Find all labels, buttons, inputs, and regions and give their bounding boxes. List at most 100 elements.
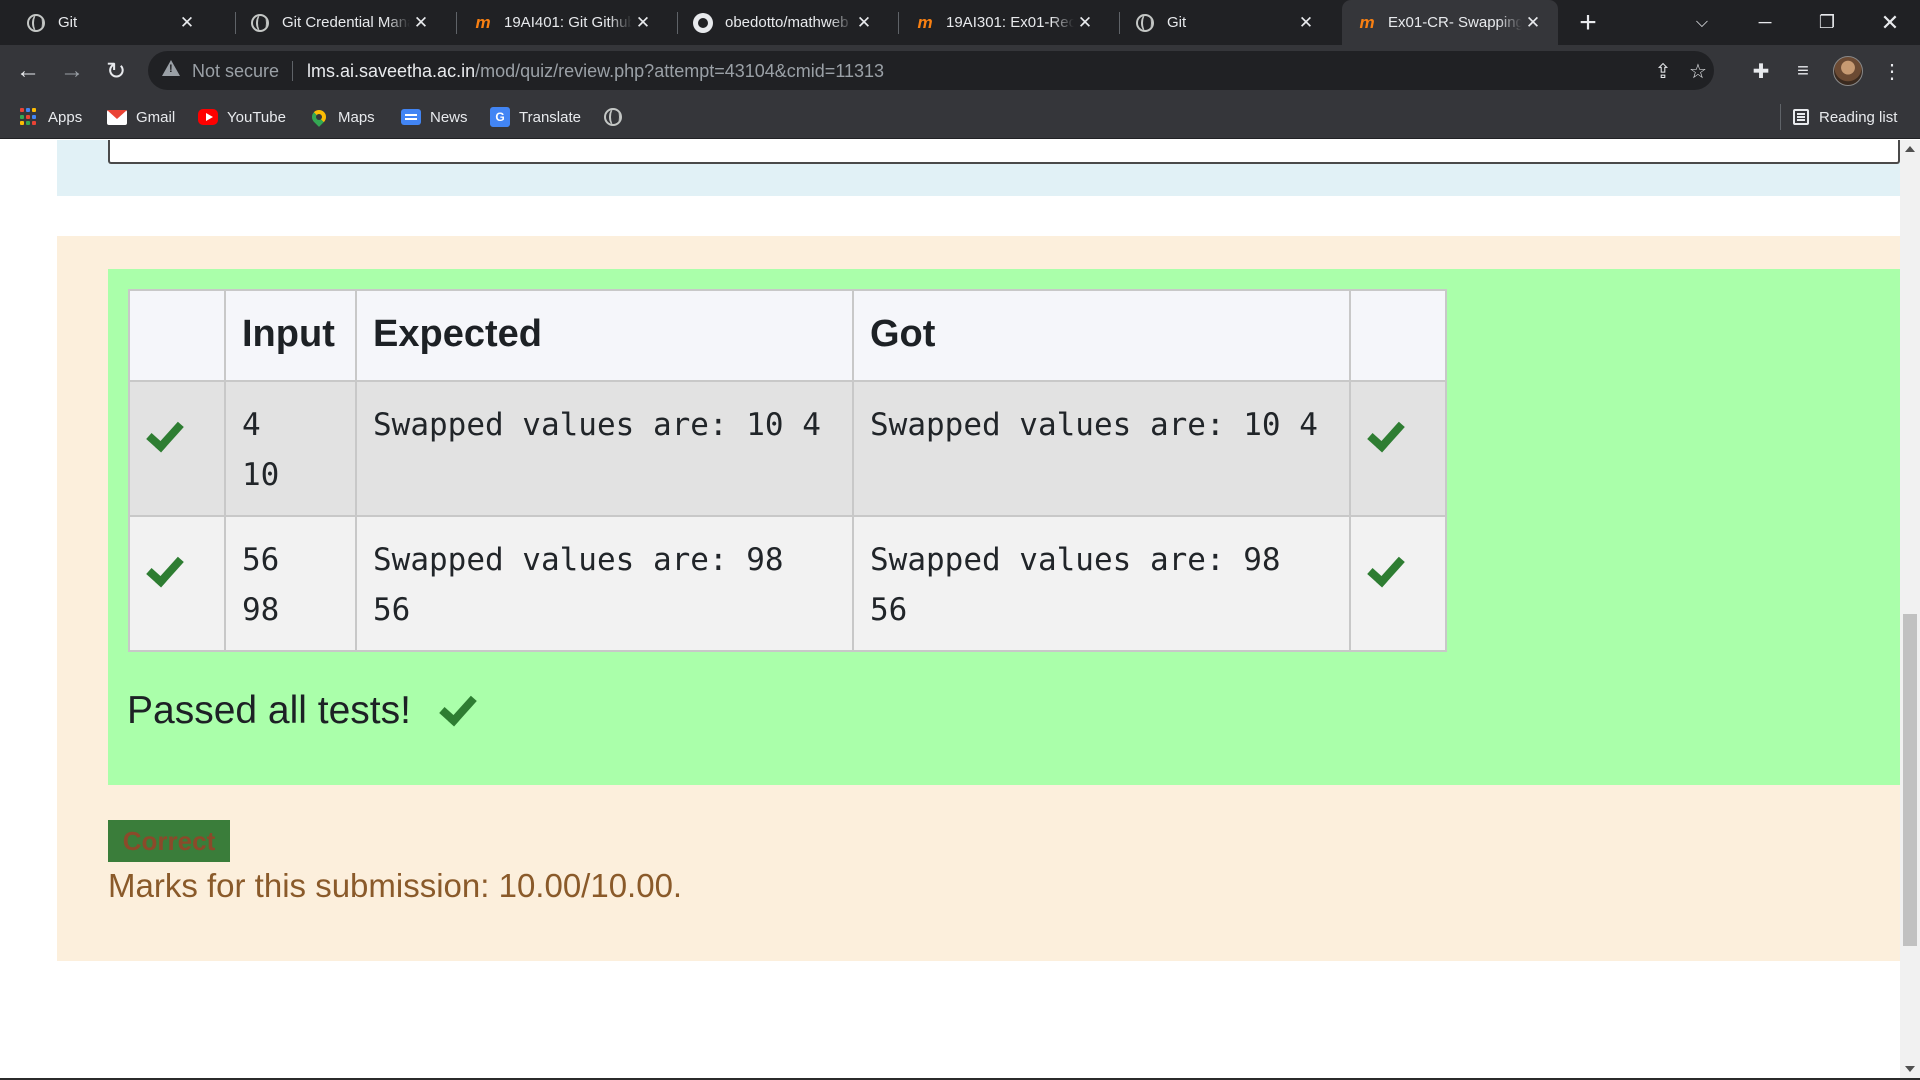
omnibox-divider xyxy=(292,61,293,81)
security-label[interactable]: Not secure xyxy=(192,61,279,82)
youtube-icon xyxy=(198,107,218,127)
tab-git-credential-manager[interactable]: Git Credential Manager ✕ xyxy=(236,0,446,45)
tab-ex01-swapping-active[interactable]: m Ex01-CR- Swapping ✕ xyxy=(1342,0,1558,45)
input-line: 56 xyxy=(242,542,280,578)
bookmark-star-icon[interactable]: ☆ xyxy=(1686,59,1710,83)
input-line: 10 xyxy=(242,457,280,493)
tab-title: Git xyxy=(58,14,78,31)
tab-separator xyxy=(1119,12,1120,34)
previous-section xyxy=(57,140,1900,196)
tab-separator xyxy=(677,12,678,34)
bookmark-translate[interactable]: G Translate xyxy=(490,107,581,127)
table-row: 4 10 Swapped values are: 10 4 Swapped va… xyxy=(128,380,1447,517)
close-icon[interactable]: ✕ xyxy=(1522,12,1544,34)
reading-list-label: Reading list xyxy=(1819,108,1898,126)
scroll-up-arrow-icon[interactable] xyxy=(1905,146,1915,152)
globe-icon xyxy=(26,13,46,33)
bookmark-label: Maps xyxy=(338,108,375,126)
bookmark-gmail[interactable]: Gmail xyxy=(107,107,175,127)
maps-icon xyxy=(309,107,329,127)
check-icon xyxy=(146,413,184,453)
table-row: 56 98 Swapped values are: 98 56 Swapped … xyxy=(128,515,1447,652)
forward-arrow-icon[interactable]: → xyxy=(54,53,90,89)
input-cell: 56 98 xyxy=(224,515,357,652)
moodle-icon: m xyxy=(917,12,932,32)
reading-list-button[interactable]: Reading list xyxy=(1780,104,1897,130)
tab-git-1[interactable]: Git ✕ xyxy=(12,0,212,45)
extensions-puzzle-icon[interactable]: ✚ xyxy=(1747,57,1775,85)
check-icon xyxy=(439,687,477,727)
media-queue-icon[interactable]: ≡ xyxy=(1789,57,1817,85)
window-close-button[interactable]: ✕ xyxy=(1860,0,1920,45)
header-input: Input xyxy=(224,289,357,382)
scrollbar-thumb[interactable] xyxy=(1903,614,1917,946)
check-icon xyxy=(1367,548,1405,588)
tab-title: 19AI301: Ex01-Record xyxy=(946,14,1074,31)
tab-separator xyxy=(456,12,457,34)
test-results-panel: Input Expected Got 4 10 Swapped values a… xyxy=(108,269,1900,785)
moodle-icon: m xyxy=(1359,12,1374,32)
tab-19ai301[interactable]: m 19AI301: Ex01-Record ✕ xyxy=(900,0,1110,45)
back-arrow-icon[interactable]: ← xyxy=(10,53,46,89)
reading-list-icon xyxy=(1793,109,1809,125)
restore-button[interactable]: ❐ xyxy=(1797,0,1857,45)
warning-icon[interactable] xyxy=(162,60,180,76)
tab-search-chevron-icon[interactable]: ⌵ xyxy=(1672,0,1732,45)
question-feedback: Input Expected Got 4 10 Swapped values a… xyxy=(57,236,1900,961)
globe-icon xyxy=(250,13,270,33)
header-got: Got xyxy=(852,289,1351,382)
news-icon xyxy=(401,107,421,127)
url-text[interactable]: lms.ai.saveetha.ac.in/mod/quiz/review.ph… xyxy=(307,61,884,82)
globe-icon xyxy=(603,107,623,127)
close-icon[interactable]: ✕ xyxy=(176,12,198,34)
bookmark-youtube[interactable]: YouTube xyxy=(198,107,286,127)
table-header-row: Input Expected Got xyxy=(128,289,1447,382)
url-path: /mod/quiz/review.php?attempt=43104&cmid=… xyxy=(475,61,885,81)
bookmark-apps[interactable]: Apps xyxy=(19,107,82,127)
page-viewport: Input Expected Got 4 10 Swapped values a… xyxy=(0,140,1900,1078)
close-icon[interactable]: ✕ xyxy=(632,12,654,34)
header-status xyxy=(128,289,226,382)
page-scrollbar[interactable] xyxy=(1900,140,1920,1078)
result-cell xyxy=(1349,515,1447,652)
share-icon[interactable]: ⇪ xyxy=(1651,59,1675,83)
bookmark-news[interactable]: News xyxy=(401,107,468,127)
tab-separator xyxy=(898,12,899,34)
address-bar[interactable]: Not secure lms.ai.saveetha.ac.in/mod/qui… xyxy=(148,51,1714,90)
bookmark-label: News xyxy=(430,108,468,126)
close-icon[interactable]: ✕ xyxy=(1295,12,1317,34)
github-icon xyxy=(693,12,713,33)
tab-title: Ex01-CR- Swapping xyxy=(1388,14,1522,31)
tab-git-2[interactable]: Git ✕ xyxy=(1121,0,1331,45)
new-tab-button[interactable]: + xyxy=(1558,0,1618,45)
check-icon xyxy=(146,548,184,588)
reload-icon[interactable]: ↻ xyxy=(98,53,134,89)
bookmark-globe[interactable] xyxy=(603,107,632,127)
close-icon[interactable]: ✕ xyxy=(410,12,432,34)
header-result xyxy=(1349,289,1447,382)
got-cell: Swapped values are: 98 56 xyxy=(852,515,1351,652)
minimize-button[interactable]: ─ xyxy=(1735,0,1795,45)
summary-text: Passed all tests! xyxy=(127,689,411,732)
globe-icon xyxy=(1135,13,1155,33)
close-icon[interactable]: ✕ xyxy=(853,12,875,34)
scroll-down-arrow-icon[interactable] xyxy=(1905,1066,1915,1072)
passed-all-tests-message: Passed all tests! xyxy=(127,687,477,733)
url-host: lms.ai.saveetha.ac.in xyxy=(307,61,476,81)
close-icon[interactable]: ✕ xyxy=(1074,12,1096,34)
input-line: 98 xyxy=(242,592,280,628)
profile-avatar[interactable] xyxy=(1833,56,1863,86)
got-cell: Swapped values are: 10 4 xyxy=(852,380,1351,517)
bookmark-maps[interactable]: Maps xyxy=(309,107,375,127)
tab-github-mathweb[interactable]: obedotto/mathweb ✕ xyxy=(679,0,889,45)
input-line: 4 xyxy=(242,407,261,443)
bookmark-label: Gmail xyxy=(136,108,176,126)
tab-title: Git xyxy=(1167,14,1187,31)
browser-toolbar: ← → ↻ Not secure lms.ai.saveetha.ac.in/m… xyxy=(0,45,1920,96)
menu-kebab-icon[interactable]: ⋮ xyxy=(1878,57,1906,85)
bookmark-label: Apps xyxy=(48,108,83,126)
marks-text: Marks for this submission: 10.00/10.00. xyxy=(108,867,683,904)
correct-badge: Correct xyxy=(108,820,230,862)
tab-19ai401[interactable]: m 19AI401: Git Github ✕ xyxy=(458,0,668,45)
translate-icon: G xyxy=(490,107,510,127)
